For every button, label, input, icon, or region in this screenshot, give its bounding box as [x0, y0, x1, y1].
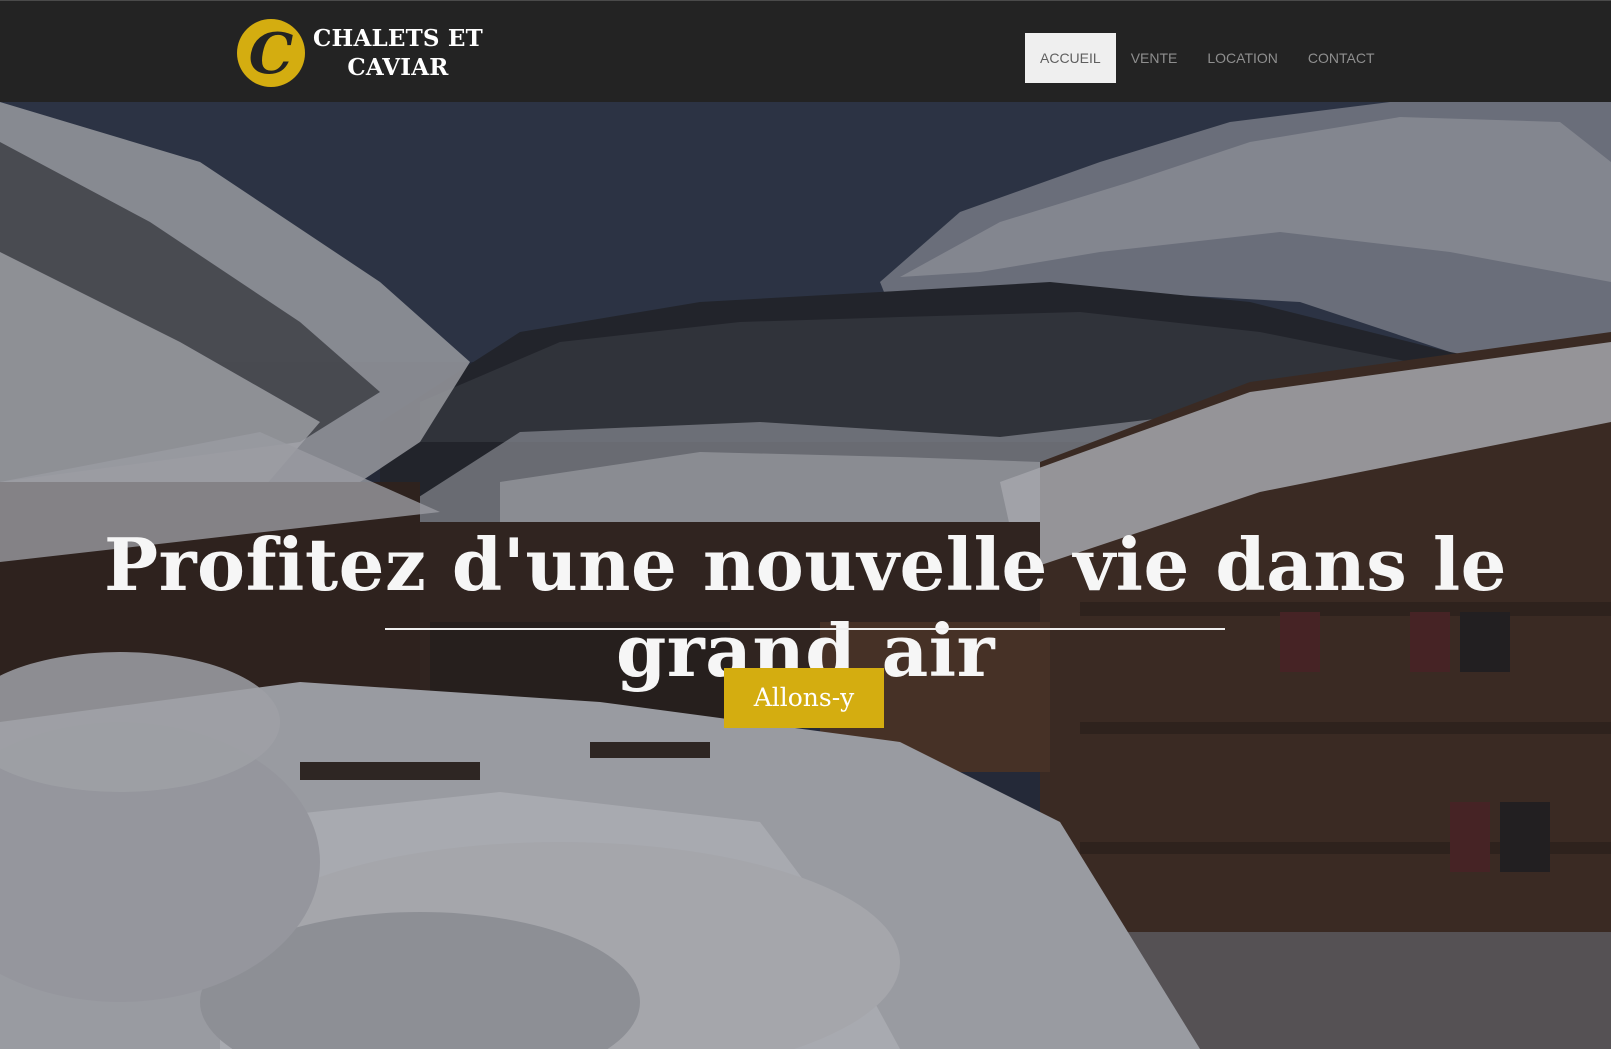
- nav-item-location[interactable]: LOCATION: [1192, 33, 1293, 83]
- nav-item-vente[interactable]: VENTE: [1116, 33, 1193, 83]
- brand-logo-link[interactable]: C CHALETS ET CAVIAR: [237, 19, 483, 87]
- brand-name-line1: CHALETS ET: [313, 25, 483, 52]
- brand-name-line2: CAVIAR: [347, 54, 449, 81]
- nav-item-accueil[interactable]: ACCUEIL: [1025, 33, 1116, 83]
- main-nav: ACCUEIL VENTE LOCATION CONTACT: [1025, 33, 1390, 83]
- brand-name: CHALETS ET CAVIAR: [313, 24, 483, 82]
- logo-c-icon: C: [237, 19, 305, 87]
- hero-divider: [385, 628, 1225, 630]
- top-navbar: C CHALETS ET CAVIAR ACCUEIL VENTE LOCATI…: [0, 0, 1611, 102]
- nav-item-contact[interactable]: CONTACT: [1293, 33, 1390, 83]
- hero-section: Profitez d'une nouvelle vie dans le gran…: [0, 102, 1611, 1049]
- allons-y-button[interactable]: Allons-y: [724, 668, 884, 728]
